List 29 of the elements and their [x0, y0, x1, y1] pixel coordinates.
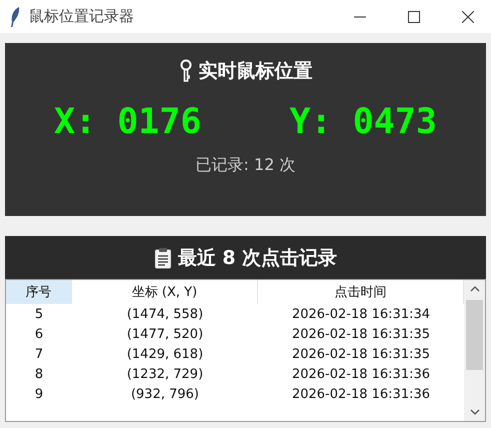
table-cell-text: 6	[34, 326, 44, 344]
table-cell-text: 8	[34, 366, 44, 384]
scrollbar-thumb[interactable]	[466, 300, 483, 370]
table-cell-text: 7	[34, 346, 44, 364]
scrollbar[interactable]	[464, 280, 485, 421]
y-coordinate: Y: 0473	[290, 102, 438, 142]
panel-title: 实时鼠标位置	[198, 59, 312, 84]
table-cell-text: (932, 796)	[130, 386, 200, 404]
table-cell-text: 2026-02-18 16:31:36	[290, 366, 432, 384]
feather-icon	[9, 6, 21, 28]
table-cell-text: (1474, 558)	[126, 306, 204, 324]
table-cell-text: 2026-02-18 16:31:34	[290, 306, 432, 324]
column-header[interactable]: 序号	[6, 280, 72, 304]
table-cell-text: 5	[34, 306, 44, 324]
table-cell-text: 2026-02-18 16:31:35	[290, 326, 432, 344]
key-icon	[178, 59, 192, 83]
record-count: 已记录: 12 次	[196, 155, 296, 176]
table-cell-text: (1232, 729)	[126, 366, 204, 384]
clipboard-icon	[154, 246, 172, 268]
x-coordinate: X: 0176	[54, 102, 202, 142]
table-cell-text: 9	[34, 386, 44, 404]
table-cell-text: (1477, 520)	[126, 326, 204, 344]
table-cell-text: (1429, 618)	[126, 346, 204, 364]
table-cell-text: 2026-02-18 16:31:36	[290, 386, 432, 404]
maximize-icon	[408, 10, 420, 22]
table-cell-text: 2026-02-18 16:31:35	[290, 346, 432, 364]
panel-title: 最近 8 次点击记录	[178, 246, 338, 270]
close-icon	[462, 10, 474, 22]
window-title: 鼠标位置记录器	[29, 7, 135, 26]
